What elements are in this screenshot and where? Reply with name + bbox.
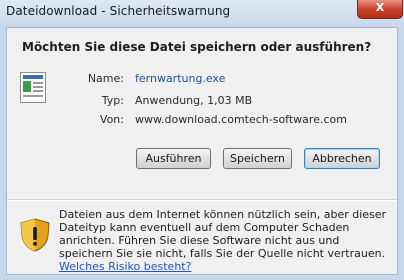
file-type-value: Anwendung, 1,03 MB bbox=[135, 94, 253, 107]
cancel-button[interactable]: Abbrechen bbox=[304, 148, 380, 169]
run-button[interactable]: Ausführen bbox=[136, 148, 211, 169]
dialog-question: Möchten Sie diese Datei speichern oder a… bbox=[22, 40, 372, 54]
security-warning-text: Dateien aus dem Internet können nützlich… bbox=[59, 208, 389, 273]
separator bbox=[7, 199, 397, 201]
type-label: Typ: bbox=[101, 94, 124, 107]
security-shield-icon bbox=[20, 218, 50, 252]
title-bar[interactable]: Dateidownload - Sicherheitswarnung X bbox=[0, 0, 404, 27]
dialog-content: Möchten Sie diese Datei speichern oder a… bbox=[6, 27, 398, 275]
warning-message: Dateien aus dem Internet können nützlich… bbox=[59, 208, 387, 260]
source-value: www.download.comtech-software.com bbox=[135, 113, 347, 126]
from-label: Von: bbox=[99, 113, 124, 126]
name-label: Name: bbox=[87, 72, 124, 85]
save-button[interactable]: Speichern bbox=[223, 148, 292, 169]
risk-info-link[interactable]: Welches Risiko besteht? bbox=[59, 260, 191, 273]
close-button[interactable]: X bbox=[357, 0, 403, 19]
window-title: Dateidownload - Sicherheitswarnung bbox=[6, 4, 231, 18]
application-file-icon bbox=[20, 72, 46, 103]
file-name-value: fernwartung.exe bbox=[135, 72, 226, 85]
